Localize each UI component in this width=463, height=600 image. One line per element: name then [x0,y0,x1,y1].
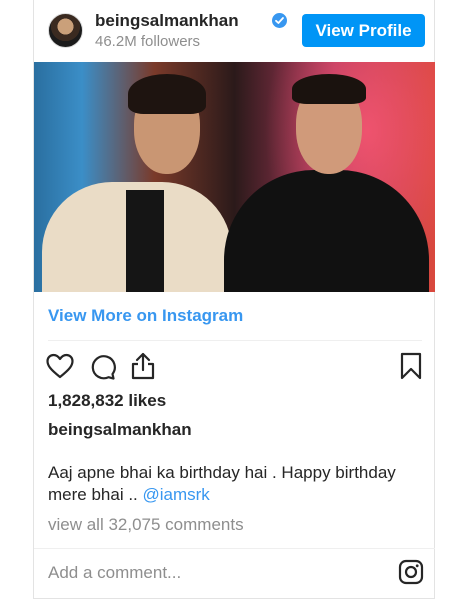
caption-username[interactable]: beingsalmankhan [48,420,192,440]
profile-avatar[interactable] [48,13,83,48]
post-header: beingsalmankhan 46.2M followers View Pro… [34,0,434,62]
mention-link[interactable]: @iamsrk [143,485,210,504]
like-count[interactable]: 1,828,832 likes [48,391,166,411]
instagram-embed-card: beingsalmankhan 46.2M followers View Pro… [33,0,435,599]
person-left-shirt [126,190,164,292]
bookmark-icon[interactable] [400,352,422,380]
person-right-hair [292,74,366,104]
header-username[interactable]: beingsalmankhan [95,11,239,31]
post-photo[interactable] [34,62,435,292]
follower-count: 46.2M followers [95,33,201,50]
view-comments-link[interactable]: view all 32,075 comments [48,515,244,535]
divider [48,340,422,341]
caption: Aaj apne bhai ka birthday hai . Happy bi… [48,462,420,506]
person-left-hair [128,74,206,114]
view-more-link[interactable]: View More on Instagram [48,306,243,326]
instagram-icon[interactable] [398,559,424,585]
comment-icon[interactable] [88,353,116,381]
share-icon[interactable] [129,351,157,381]
comment-input[interactable] [48,560,378,586]
caption-text: Aaj apne bhai ka birthday hai . Happy bi… [48,463,396,504]
view-profile-button[interactable]: View Profile [302,14,425,47]
verified-badge-icon [272,13,287,28]
heart-icon[interactable] [46,353,74,379]
divider [34,548,435,549]
